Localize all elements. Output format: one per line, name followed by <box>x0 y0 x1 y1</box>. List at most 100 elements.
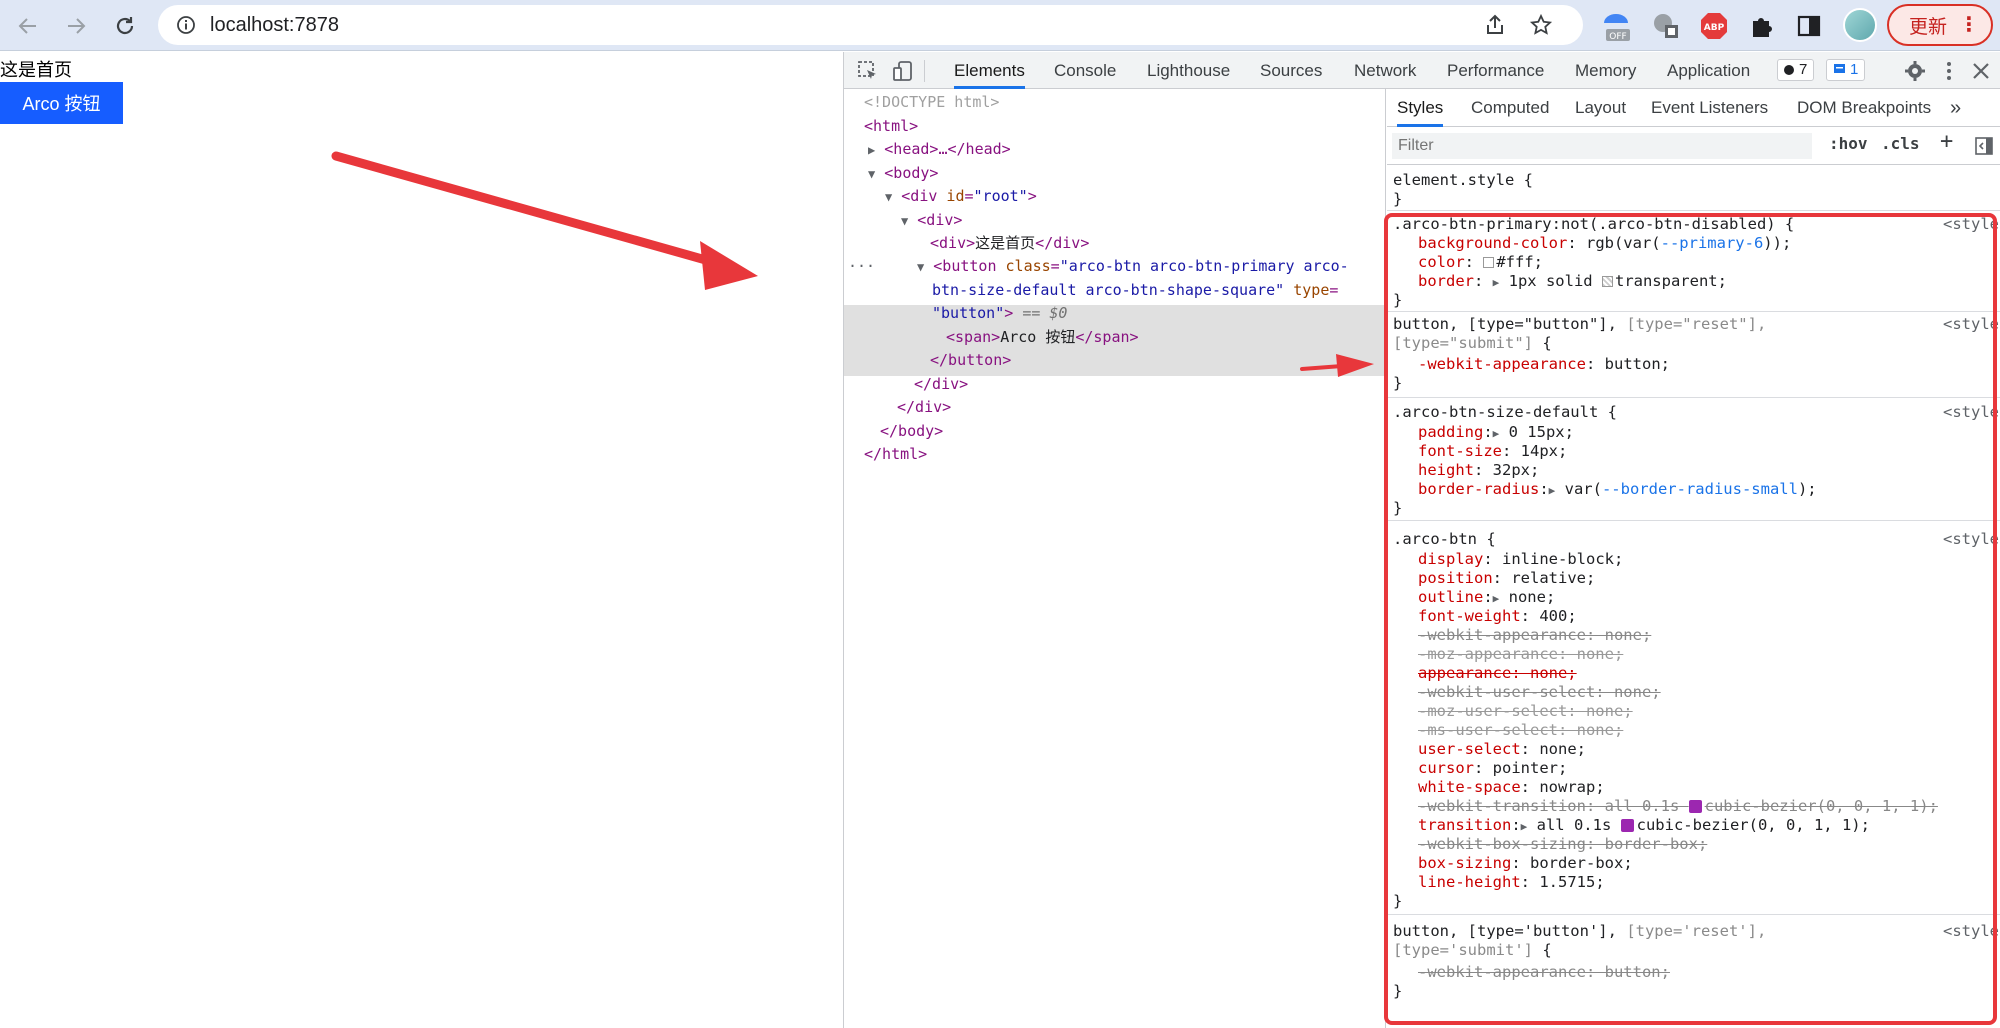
toggle-sidebar-icon[interactable] <box>1974 136 1994 156</box>
expand-triangle-icon[interactable]: ▶ <box>1521 820 1528 833</box>
adblock-plus-icon[interactable]: ABP <box>1696 8 1732 44</box>
rule-button-type2-selector-cont[interactable]: [type='submit'] { <box>1393 941 1552 960</box>
prop-background-color[interactable]: background-color: rgb(var(--primary-6)); <box>1418 234 1791 253</box>
rule-size-selector[interactable]: .arco-btn-size-default { <box>1393 403 1617 422</box>
prop-webkit-appearance2-overridden[interactable]: -webkit-appearance: button; <box>1418 963 1670 982</box>
tab-styles[interactable]: Styles <box>1397 89 1444 127</box>
prop-position[interactable]: position: relative; <box>1418 569 1595 588</box>
prop-padding[interactable]: padding:▶ 0 15px; <box>1418 423 1574 443</box>
tab-sources[interactable]: Sources <box>1260 52 1322 89</box>
more-tabs-icon[interactable]: » <box>1950 89 1961 127</box>
dom-html-close[interactable]: </html> <box>864 443 927 467</box>
profile-avatar[interactable] <box>1843 8 1877 42</box>
tab-network[interactable]: Network <box>1354 52 1416 89</box>
dom-div-root-close[interactable]: </div> <box>897 396 951 420</box>
node-ellipsis[interactable]: ··· <box>848 255 875 279</box>
bezier-editor-icon[interactable] <box>1620 819 1634 832</box>
side-panel-icon[interactable] <box>1791 8 1827 44</box>
reload-button[interactable] <box>107 8 143 44</box>
prop-webkit-box-sizing-overridden[interactable]: -webkit-box-sizing: border-box; <box>1418 835 1707 854</box>
prop-moz-user-select-overridden[interactable]: -moz-user-select: none; <box>1418 702 1633 721</box>
dom-button-line1[interactable]: ▼ <button class="arco-btn arco-btn-prima… <box>917 255 1349 280</box>
dom-button-close[interactable]: </button> <box>930 349 1011 373</box>
prop-border[interactable]: border: ▶ 1px solid transparent; <box>1418 272 1727 292</box>
dom-body[interactable]: ▼ <body> <box>868 162 938 187</box>
prop-moz-appearance-overridden[interactable]: -moz-appearance: none; <box>1418 645 1623 664</box>
rule-source-link[interactable]: <style <box>1943 315 1999 334</box>
rule-source-link[interactable]: <style <box>1943 922 1999 941</box>
prop-appearance-overridden[interactable]: appearance: none; <box>1418 664 1577 683</box>
prop-height[interactable]: height: 32px; <box>1418 461 1539 480</box>
dom-button-line3[interactable]: "button"> == $0 <box>932 302 1067 326</box>
tab-layout[interactable]: Layout <box>1575 89 1626 127</box>
dom-div-text[interactable]: <div>这是首页</div> <box>930 232 1089 256</box>
prop-border-radius[interactable]: border-radius:▶ var(--border-radius-smal… <box>1418 480 1817 500</box>
collapse-triangle-icon[interactable]: ▼ <box>901 214 908 228</box>
rule-source-link[interactable]: <style <box>1943 530 1999 549</box>
rule-button-type-selector[interactable]: button, [type="button"], [type="reset"], <box>1393 315 1766 334</box>
dom-div[interactable]: ▼ <div> <box>901 209 962 234</box>
prop-ms-user-select-overridden[interactable]: -ms-user-select: none; <box>1418 721 1623 740</box>
element-style-selector[interactable]: element.style { <box>1393 171 1533 190</box>
expand-triangle-icon[interactable]: ▶ <box>1549 484 1556 497</box>
dom-span[interactable]: <span>Arco 按钮</span> <box>946 326 1139 350</box>
rule-arco-btn-selector[interactable]: .arco-btn { <box>1393 530 1496 549</box>
address-bar[interactable]: localhost:7878 <box>158 5 1583 45</box>
rule-button-type-selector-cont[interactable]: [type="submit"] { <box>1393 334 1552 353</box>
prop-color[interactable]: color: #fff; <box>1418 253 1543 272</box>
arco-button[interactable]: Arco 按钮 <box>0 82 123 124</box>
tab-computed[interactable]: Computed <box>1471 89 1549 127</box>
dom-html[interactable]: <html> <box>864 115 918 139</box>
prop-outline[interactable]: outline:▶ none; <box>1418 588 1555 608</box>
dom-button-line2[interactable]: btn-size-default arco-btn-shape-square" … <box>932 279 1338 303</box>
cls-toggle[interactable]: .cls <box>1881 134 1920 153</box>
color-swatch[interactable] <box>1483 257 1495 268</box>
prop-line-height[interactable]: line-height: 1.5715; <box>1418 873 1605 892</box>
expand-triangle-icon[interactable]: ▶ <box>1493 592 1500 605</box>
tab-application[interactable]: Application <box>1667 52 1750 89</box>
dom-div-root[interactable]: ▼ <div id="root"> <box>885 185 1037 210</box>
tab-dom-breakpoints[interactable]: DOM Breakpoints <box>1797 89 1931 127</box>
expand-triangle-icon[interactable]: ▶ <box>868 143 875 157</box>
bookmark-star-icon[interactable] <box>1529 13 1553 37</box>
collapse-triangle-icon[interactable]: ▼ <box>885 190 892 204</box>
tab-performance[interactable]: Performance <box>1447 52 1544 89</box>
prop-transition[interactable]: transition:▶ all 0.1s cubic-bezier(0, 0,… <box>1418 816 1870 836</box>
prop-box-sizing[interactable]: box-sizing: border-box; <box>1418 854 1633 873</box>
tab-event-listeners[interactable]: Event Listeners <box>1651 89 1768 127</box>
tab-elements[interactable]: Elements <box>954 52 1025 89</box>
prop-webkit-appearance-overridden[interactable]: -webkit-appearance: none; <box>1418 626 1651 645</box>
device-toolbar-icon[interactable] <box>892 60 914 82</box>
prop-font-weight[interactable]: font-weight: 400; <box>1418 607 1577 626</box>
prop-user-select[interactable]: user-select: none; <box>1418 740 1586 759</box>
prop-webkit-transition-overridden[interactable]: -webkit-transition: all 0.1s cubic-bezie… <box>1418 797 1938 816</box>
hov-toggle[interactable]: :hov <box>1829 134 1868 153</box>
inspect-element-icon[interactable] <box>857 60 879 82</box>
tab-lighthouse[interactable]: Lighthouse <box>1147 52 1230 89</box>
prop-webkit-user-select-overridden[interactable]: -webkit-user-select: none; <box>1418 683 1661 702</box>
back-button[interactable] <box>10 8 46 44</box>
settings-gear-icon[interactable] <box>1904 60 1926 82</box>
dom-body-close[interactable]: </body> <box>880 420 943 444</box>
color-swatch[interactable] <box>1601 276 1613 287</box>
expand-triangle-icon[interactable]: ▶ <box>1493 276 1500 289</box>
rule-source-link[interactable]: <style <box>1943 403 1999 422</box>
share-icon[interactable] <box>1483 13 1507 37</box>
pinned-extension-icon[interactable]: OFF <box>1598 8 1634 44</box>
dom-head[interactable]: ▶ <head>…</head> <box>868 138 1011 163</box>
tab-memory[interactable]: Memory <box>1575 52 1636 89</box>
prop-cursor[interactable]: cursor: pointer; <box>1418 759 1567 778</box>
collapse-triangle-icon[interactable]: ▼ <box>868 167 875 181</box>
more-options-icon[interactable] <box>1938 60 1960 82</box>
rule-button-type2-selector[interactable]: button, [type='button'], [type='reset'], <box>1393 922 1766 941</box>
collapse-triangle-icon[interactable]: ▼ <box>917 260 924 274</box>
messages-badge[interactable]: 1 <box>1826 59 1866 81</box>
translate-extension-icon[interactable] <box>1648 8 1684 44</box>
close-devtools-icon[interactable] <box>1970 60 1992 82</box>
prop-font-size[interactable]: font-size: 14px; <box>1418 442 1567 461</box>
bezier-editor-icon[interactable] <box>1688 800 1702 813</box>
tab-console[interactable]: Console <box>1054 52 1116 89</box>
dom-div-close[interactable]: </div> <box>914 373 968 397</box>
expand-triangle-icon[interactable]: ▶ <box>1493 427 1500 440</box>
rule-source-link[interactable]: <style <box>1943 215 1999 234</box>
